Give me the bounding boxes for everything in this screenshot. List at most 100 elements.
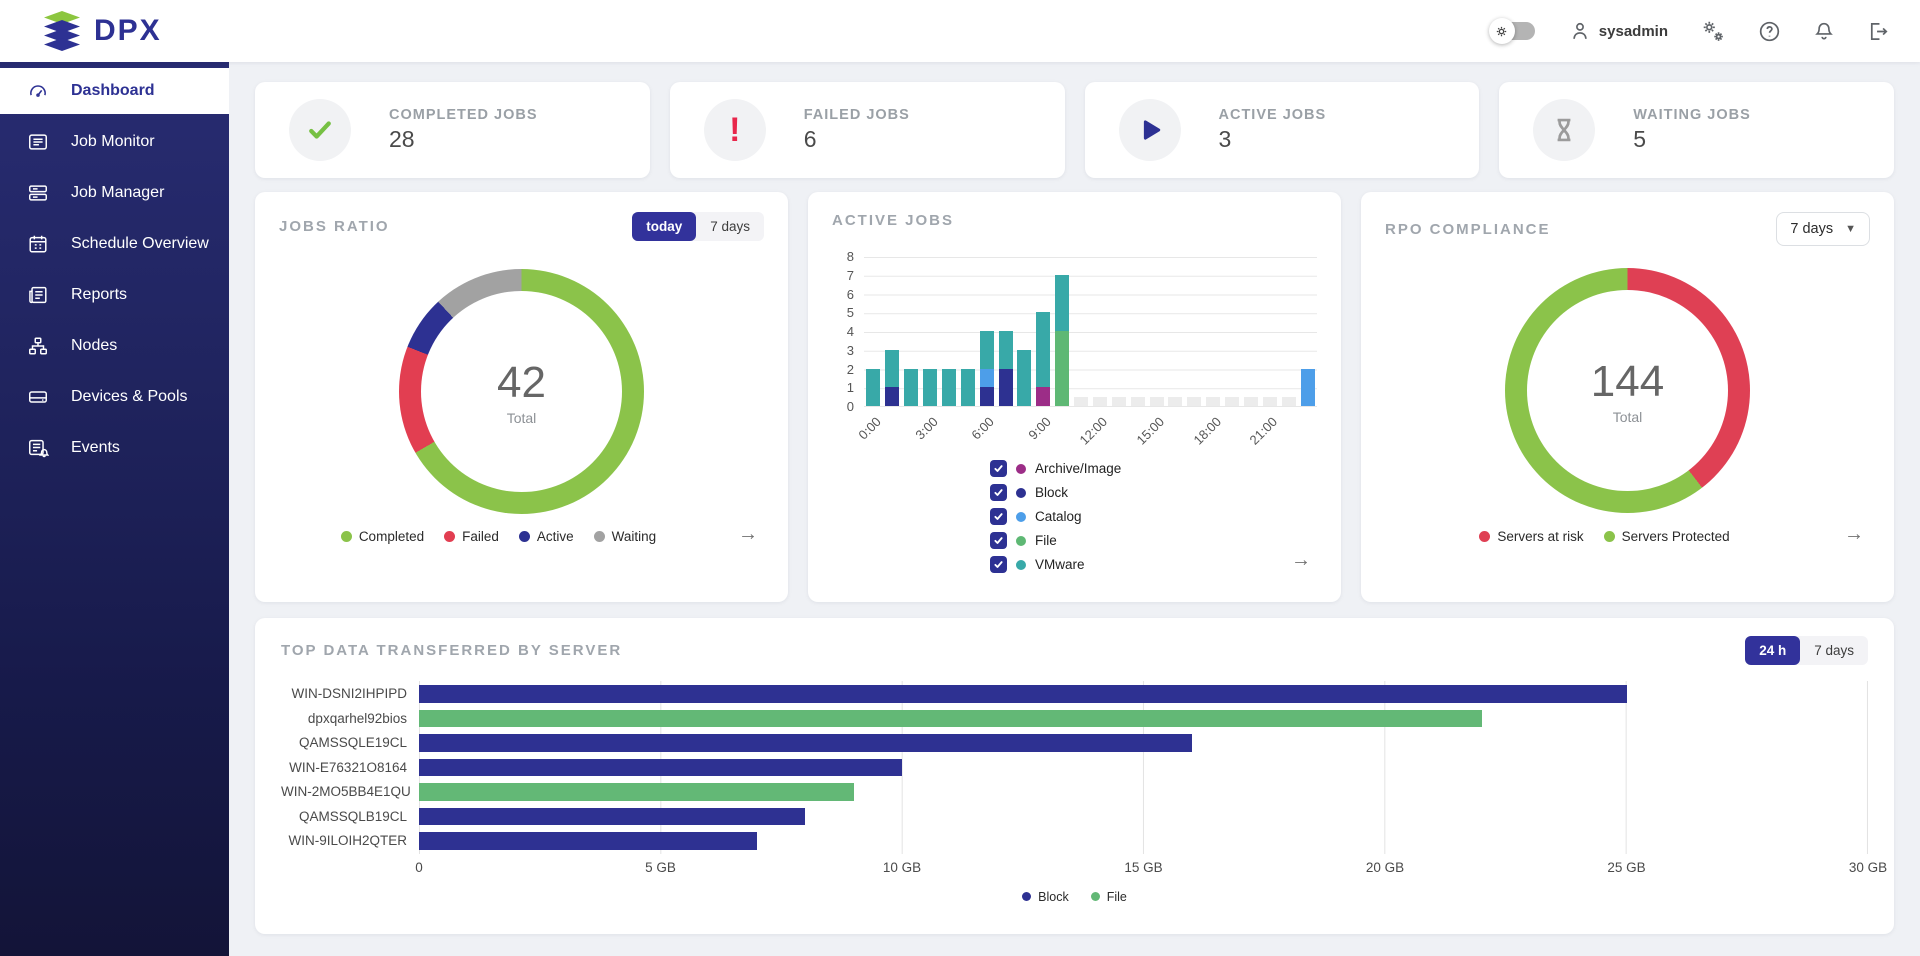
user-menu[interactable]: sysadmin xyxy=(1569,20,1668,42)
legend-block[interactable]: Block xyxy=(990,483,1317,502)
waiting-jobs-icon-circle xyxy=(1533,99,1595,161)
sidebar-item-label: Job Monitor xyxy=(71,133,155,151)
x-tick-label: 6:00 xyxy=(969,414,998,443)
active-jobs-icon-circle xyxy=(1119,99,1181,161)
sidebar-item-job-manager[interactable]: Job Manager xyxy=(0,170,229,216)
top-data-chart: WIN-DSNI2IHPIPD dpxqarhel92bios QAMSSQLE… xyxy=(281,685,1868,850)
main-content: COMPLETED JOBS 28 ! FAILED JOBS 6 ACTIVE… xyxy=(229,62,1920,956)
catalog-dot xyxy=(1016,512,1026,522)
logout-button[interactable] xyxy=(1867,20,1890,43)
check-icon xyxy=(993,487,1004,498)
sidebar-item-nodes[interactable]: Nodes xyxy=(0,323,229,369)
24h-button[interactable]: 24 h xyxy=(1745,636,1800,665)
bar-slot-22:00 xyxy=(1279,257,1298,406)
sidebar-item-label: Nodes xyxy=(71,337,117,355)
sidebar: Dashboard Job Monitor Job Manager Schedu… xyxy=(0,62,229,956)
completed-dot xyxy=(341,531,352,542)
active-jobs-bars: 0:003:006:009:0012:0015:0018:0021:00 xyxy=(864,257,1317,406)
sidebar-item-devices-pools[interactable]: Devices & Pools xyxy=(0,374,229,420)
seven-days-button[interactable]: 7 days xyxy=(1800,636,1868,665)
bar-track xyxy=(419,685,1868,703)
dashboard-icon xyxy=(27,80,49,102)
y-tick-label: 4 xyxy=(847,324,854,339)
legend-archive-image[interactable]: Archive/Image xyxy=(990,459,1317,478)
sidebar-item-reports[interactable]: Reports xyxy=(0,272,229,318)
check-icon xyxy=(993,559,1004,570)
legend-file[interactable]: File xyxy=(990,531,1317,550)
vmware-checkbox[interactable] xyxy=(990,556,1007,573)
help-button[interactable] xyxy=(1758,20,1781,43)
archive-image-checkbox[interactable] xyxy=(990,460,1007,477)
bar-segment-vmware xyxy=(1036,312,1050,387)
bar-segment-archive-image xyxy=(1036,387,1050,406)
rpo-range-select[interactable]: 7 days ▼ xyxy=(1776,212,1870,246)
services-button[interactable] xyxy=(1700,18,1726,44)
brand-name: DPX xyxy=(94,14,162,48)
sidebar-item-dashboard[interactable]: Dashboard xyxy=(0,68,229,114)
x-tick-label: 10 GB xyxy=(883,860,921,875)
completed-jobs-icon-circle xyxy=(289,99,351,161)
legend-vmware[interactable]: VMware xyxy=(990,555,1317,574)
server-row: dpxqarhel92bios xyxy=(281,710,1868,728)
server-label: QAMSSQLE19CL xyxy=(281,735,419,750)
bar-slot-5:00 xyxy=(958,257,977,406)
bar-track xyxy=(419,759,1868,777)
catalog-checkbox[interactable] xyxy=(990,508,1007,525)
rpo-donut-chart: 144 Total xyxy=(1505,268,1750,513)
bar-segment-vmware xyxy=(866,369,880,407)
legend-catalog[interactable]: Catalog xyxy=(990,507,1317,526)
bar-segment-vmware xyxy=(1017,350,1031,406)
servers-protected-dot xyxy=(1604,531,1615,542)
bar-slot-8:00 xyxy=(1015,257,1034,406)
bar-track xyxy=(419,734,1868,752)
file-checkbox[interactable] xyxy=(990,532,1007,549)
bar-segment-vmware xyxy=(923,369,937,407)
data-bar xyxy=(419,832,757,850)
stat-card-failed-jobs: ! FAILED JOBS 6 xyxy=(670,82,1065,178)
top-data-rows: WIN-DSNI2IHPIPD dpxqarhel92bios QAMSSQLE… xyxy=(281,685,1868,850)
data-bar xyxy=(419,783,854,801)
sidebar-item-label: Dashboard xyxy=(71,82,155,100)
servers-at-risk-dot xyxy=(1479,531,1490,542)
empty-bar-placeholder xyxy=(1093,397,1107,406)
rpo-detail-arrow[interactable]: → xyxy=(1844,523,1864,546)
settings-toggle[interactable] xyxy=(1489,18,1537,44)
bar-segment-catalog xyxy=(980,369,994,388)
jobs-ratio-donut-chart: 42 Total xyxy=(399,269,644,514)
x-tick-label: 15:00 xyxy=(1134,414,1168,448)
bar-slot-0:00: 0:00 xyxy=(864,257,883,406)
server-row: QAMSSQLB19CL xyxy=(281,808,1868,826)
topbar: DPX sysadmin xyxy=(0,0,1920,62)
empty-bar-placeholder xyxy=(1187,397,1201,406)
x-tick-label: 9:00 xyxy=(1025,414,1054,443)
x-tick-label: 0 xyxy=(415,860,423,875)
bar-slot-3:00: 3:00 xyxy=(921,257,940,406)
today-button[interactable]: today xyxy=(632,212,696,241)
server-label: WIN-DSNI2IHPIPD xyxy=(281,686,419,701)
x-tick-label: 21:00 xyxy=(1247,414,1281,448)
gear-icon xyxy=(1494,24,1509,39)
notifications-button[interactable] xyxy=(1813,20,1835,43)
sidebar-item-schedule-overview[interactable]: Schedule Overview xyxy=(0,221,229,267)
sidebar-item-job-monitor[interactable]: Job Monitor xyxy=(0,119,229,165)
x-tick-label: 30 GB xyxy=(1849,860,1887,875)
y-tick-label: 2 xyxy=(847,362,854,377)
legend-block: Block xyxy=(1022,890,1069,904)
bar-slot-4:00 xyxy=(940,257,959,406)
empty-bar-placeholder xyxy=(1131,397,1145,406)
sidebar-item-events[interactable]: Events xyxy=(0,425,229,471)
data-bar xyxy=(419,710,1482,728)
active-jobs-card: ACTIVE JOBS 876543210 0:003:006:009:0012… xyxy=(808,192,1341,602)
active-jobs-detail-arrow[interactable]: → xyxy=(1291,549,1311,572)
block-checkbox[interactable] xyxy=(990,484,1007,501)
legend-file: File xyxy=(1091,890,1127,904)
bar-segment-block xyxy=(885,387,899,406)
bar-slot-10:00 xyxy=(1053,257,1072,406)
jobs-ratio-detail-arrow[interactable]: → xyxy=(738,523,758,546)
seven-days-button[interactable]: 7 days xyxy=(696,212,764,241)
bar-slot-7:00 xyxy=(996,257,1015,406)
legend-servers-protected: Servers Protected xyxy=(1604,529,1730,544)
check-icon xyxy=(993,463,1004,474)
bar-track xyxy=(419,710,1868,728)
calendar-icon xyxy=(27,233,49,255)
